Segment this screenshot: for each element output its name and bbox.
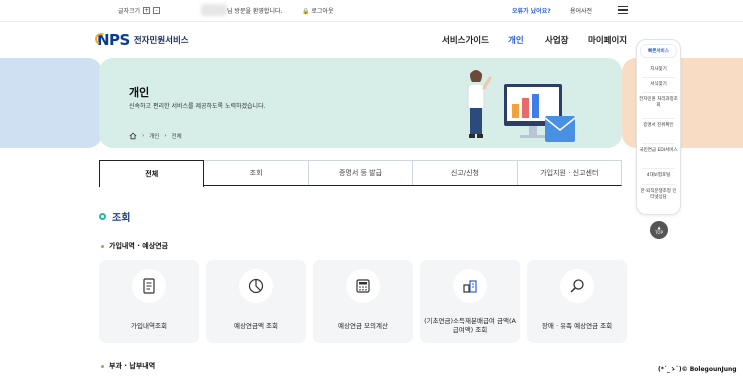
tab-report-apply[interactable]: 신고/신청: [413, 161, 518, 185]
font-size-control: 글자크기 + -: [118, 6, 161, 15]
watermark: (*´_ゝ`)© BolegounJung: [658, 366, 737, 373]
quick-service-menu: 빠른서비스 지사찾기 서식찾기 전자민원 처리과정조회 증명서 진위확인 국민연…: [636, 39, 681, 215]
card-label: 장애 · 유족 예상연금 조회: [541, 321, 613, 330]
font-size-label: 글자크기: [118, 8, 141, 15]
home-icon[interactable]: [129, 132, 137, 140]
card-enrollment-history[interactable]: 가입내역조회: [99, 260, 199, 343]
error-report-link[interactable]: 오류가 났어요?: [512, 6, 551, 15]
nav-service-guide[interactable]: 서비스가이드: [442, 34, 489, 46]
font-increase-button[interactable]: +: [143, 7, 151, 14]
nps-logo-mark: NPS: [93, 31, 130, 49]
tab-inquiry[interactable]: 조회: [204, 161, 309, 185]
quick-item-insurance-portal[interactable]: 4대보험포털: [639, 173, 678, 179]
banner-illustration: [467, 70, 576, 142]
tab-support-center[interactable]: 가입지원 · 신고센터: [517, 161, 622, 185]
calculator-icon: [346, 269, 380, 303]
quick-menu-title: 빠른서비스: [640, 44, 677, 58]
welcome-text: 님 방문을 환영합니다.: [227, 8, 283, 15]
card-label: 예상연금액 조회: [234, 321, 278, 330]
banner-left-deco: [0, 58, 102, 148]
logo-text: 전자민원서비스: [133, 36, 189, 46]
page-subtitle: 신속하고 편리한 서비스를 제공하도록 노력하겠습니다.: [129, 103, 266, 110]
breadcrumb-item: 전체: [171, 134, 182, 140]
breadcrumb-item[interactable]: 개인: [149, 132, 159, 140]
chevron-right-icon: ›: [142, 133, 145, 139]
site-logo[interactable]: NPS 전자민원서비스: [93, 31, 189, 49]
user-name-redacted: [201, 4, 227, 16]
category-tabs: 전체 조회 증명서 등 발급 신고/신청 가입지원 · 신고센터: [99, 160, 622, 187]
section-title: 조회: [99, 209, 130, 224]
top-label: TOP: [654, 230, 663, 235]
tab-all[interactable]: 전체: [99, 160, 205, 187]
quick-item-dispute-counsel[interactable]: 한·퇴직분쟁조정 인터넷상담: [639, 189, 678, 201]
tab-certificate[interactable]: 증명서 등 발급: [308, 161, 414, 185]
breadcrumb: › 개인 › 전체: [129, 132, 182, 140]
utility-bar: 글자크기 + - 님 방문을 환영합니다. 🔒 로그아웃 오류가 났어요? 용어…: [0, 0, 743, 22]
quick-item-branch-search[interactable]: 지사찾기: [639, 67, 678, 73]
font-decrease-button[interactable]: -: [153, 7, 161, 14]
card-label: 가입내역조회: [131, 321, 167, 330]
scroll-top-button[interactable]: ▲ TOP: [650, 221, 668, 239]
card-label: (기초연금)소득재분배급여 금액(A급여액) 조회: [424, 317, 516, 334]
service-cards: 가입내역조회 예상연금액 조회 예상연금 모의계산 (기초연금)소득재분배급여 …: [99, 260, 627, 343]
hamburger-menu-icon[interactable]: [618, 6, 628, 14]
quick-item-edi-service[interactable]: 국민연금 EDI서비스: [639, 148, 678, 154]
quick-item-process-status[interactable]: 전자민원 처리과정조회: [639, 97, 678, 109]
pie-chart-icon: [239, 269, 273, 303]
logout-link[interactable]: 🔒 로그아웃: [302, 6, 333, 15]
group-heading: 부과 · 납부내역: [101, 361, 155, 371]
nav-business[interactable]: 사업장: [545, 34, 568, 46]
logout-label: 로그아웃: [311, 8, 334, 15]
card-expected-pension[interactable]: 예상연금액 조회: [206, 260, 306, 343]
nav-personal[interactable]: 개인: [508, 34, 524, 46]
search-icon: [560, 269, 594, 303]
page-title: 개인: [129, 86, 150, 99]
section-bullet-icon: [99, 213, 106, 220]
quick-item-form-search[interactable]: 서식찾기: [639, 82, 678, 88]
building-icon: [453, 269, 487, 303]
card-label: 예상연금 모의계산: [338, 321, 388, 330]
bullet-icon: [101, 364, 104, 368]
page-banner: 개인 신속하고 편리한 서비스를 제공하도록 노력하겠습니다. › 개인 › 전…: [99, 58, 622, 148]
quick-item-cert-verify[interactable]: 증명서 진위확인: [639, 123, 678, 129]
bullet-icon: [101, 244, 104, 248]
document-icon: [132, 269, 166, 303]
nav-mypage[interactable]: 마이페이지: [588, 34, 627, 46]
card-pension-simulation[interactable]: 예상연금 모의계산: [313, 260, 413, 343]
chevron-right-icon: ›: [164, 133, 167, 139]
card-disability-survivor-pension[interactable]: 장애 · 유족 예상연금 조회: [527, 260, 627, 343]
card-basic-pension-a-benefit[interactable]: (기초연금)소득재분배급여 금액(A급여액) 조회: [420, 260, 520, 343]
group-heading: 가입내역 · 예상연금: [101, 241, 168, 251]
dictionary-link[interactable]: 용어사전: [570, 6, 592, 15]
